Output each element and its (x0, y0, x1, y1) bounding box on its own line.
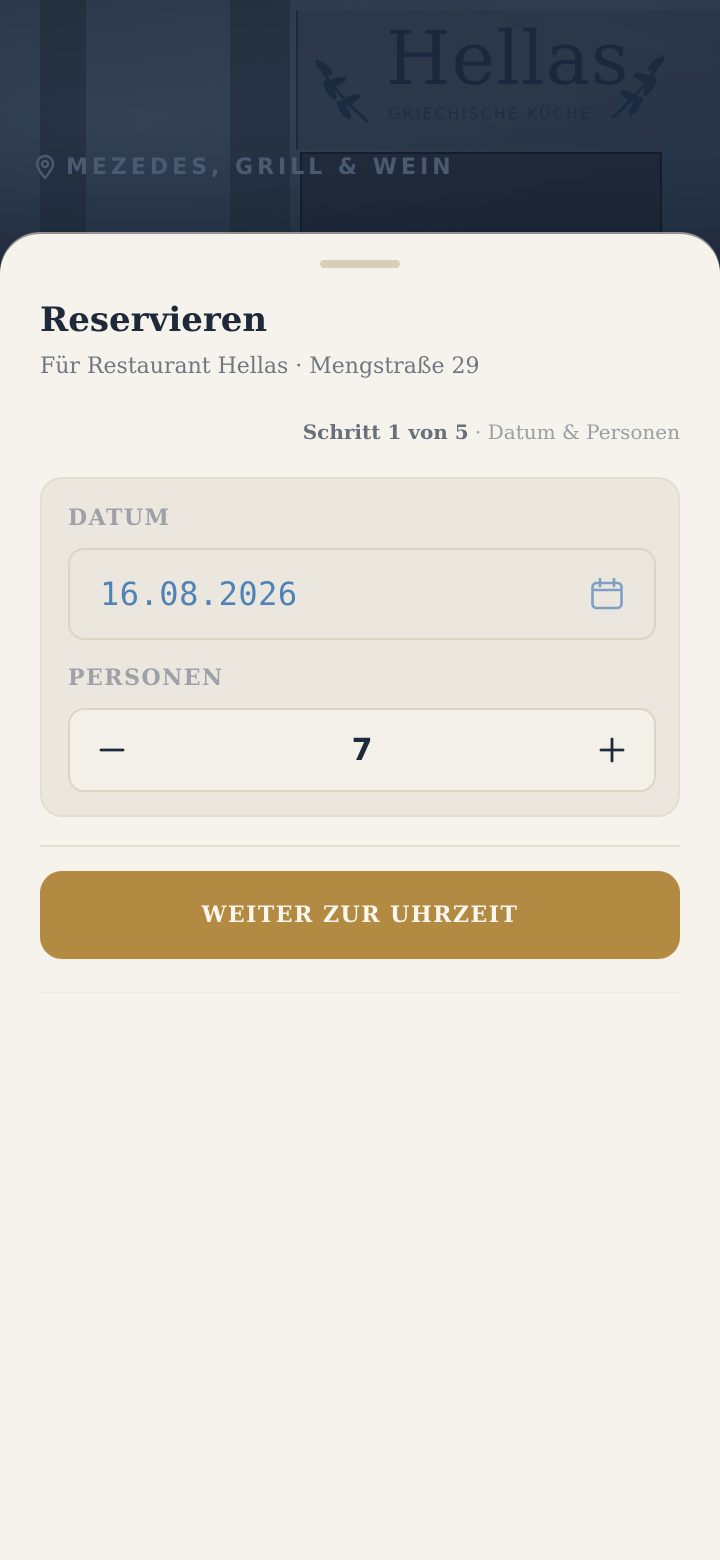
section-divider (40, 845, 680, 847)
step-detail: · Datum & Personen (468, 420, 680, 444)
hero-tagline-text: MEZEDES, GRILL & WEIN (66, 154, 455, 180)
reservation-form-card: DATUM 16.08.2026 PERSONEN 7 (40, 477, 680, 817)
reservation-sheet: Reservieren Für Restaurant Hellas · Meng… (0, 234, 720, 1560)
minus-icon (99, 748, 125, 752)
hero-tagline: MEZEDES, GRILL & WEIN (34, 154, 455, 180)
plus-icon (599, 737, 625, 763)
step-indicator: Schritt 1 von 5 · Datum & Personen (303, 420, 680, 444)
sheet-subtitle: Für Restaurant Hellas · Mengstraße 29 (40, 354, 480, 379)
hero-brand-name: Hellas (386, 16, 630, 102)
increase-persons-button[interactable] (570, 710, 654, 790)
location-pin-icon (35, 154, 55, 180)
step-current: Schritt 1 von 5 (302, 420, 469, 444)
date-value: 16.08.2026 (100, 575, 298, 613)
persons-count: 7 (351, 732, 373, 768)
sheet-drag-handle[interactable] (320, 260, 400, 268)
footer-divider (40, 992, 680, 993)
persons-stepper: 7 (68, 708, 656, 792)
calendar-icon[interactable] (590, 577, 624, 611)
persons-label: PERSONEN (68, 665, 224, 691)
decrease-persons-button[interactable] (70, 710, 154, 790)
date-label: DATUM (68, 505, 171, 531)
olive-branch-left-icon (314, 59, 369, 124)
continue-to-time-button[interactable]: WEITER ZUR UHRZEIT (40, 871, 680, 959)
date-input[interactable]: 16.08.2026 (68, 548, 656, 640)
sheet-title: Reservieren (40, 300, 268, 340)
hero-brand-subtitle: GRIECHISCHE KÜCHE (388, 104, 592, 123)
